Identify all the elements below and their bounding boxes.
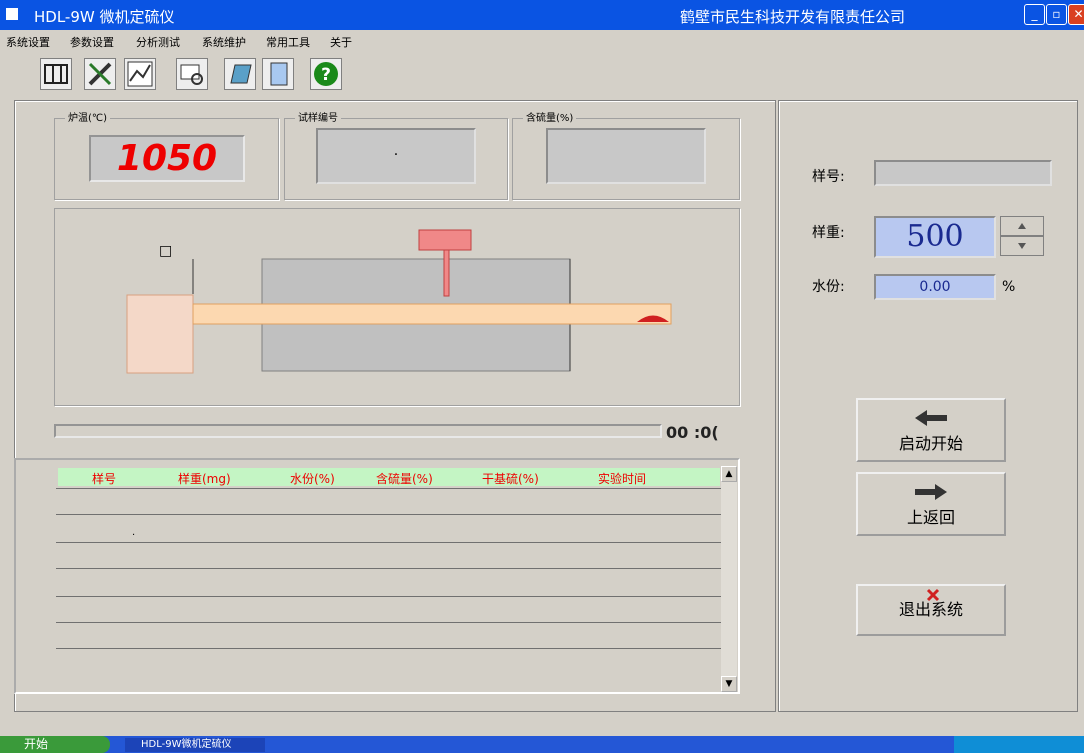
moisture-unit: %: [1002, 279, 1016, 295]
arrow-right-icon: [915, 484, 947, 500]
col-test-time: 实验时间: [598, 472, 647, 486]
tools-icon[interactable]: [84, 58, 116, 90]
furnace-temp-display: 1050: [89, 135, 245, 182]
table-row[interactable]: [56, 488, 722, 489]
table-row[interactable]: [56, 596, 722, 597]
table-row[interactable]: [56, 568, 722, 569]
sample-no-display: ·: [316, 128, 476, 184]
exit-button-label: 退出系统: [898, 600, 963, 619]
weight-label: 样重:: [812, 225, 845, 241]
col-sample-no: 样号: [92, 472, 117, 486]
table-cell: ·: [132, 530, 136, 541]
grid-icon[interactable]: [40, 58, 72, 90]
table-header: 样号 样重(mg) 水份(%) 含硫量(%) 干基硫(%) 实验时间: [58, 468, 720, 486]
progress-time: 00 :0(: [666, 423, 719, 442]
menu-analysis-test[interactable]: 分析测试: [136, 34, 180, 50]
diagram-mark: □: [159, 243, 173, 259]
exit-button[interactable]: 退出系统: [856, 584, 1006, 636]
arrow-left-icon: [915, 410, 947, 426]
menu-bar: 系统设置 参数设置 分析测试 系统维护 常用工具 关于: [0, 30, 1084, 52]
sample-label: 样号:: [812, 169, 845, 185]
document-icon[interactable]: [262, 58, 294, 90]
furnace-temp-label: 炉温(℃): [65, 109, 111, 124]
back-button-label: 上返回: [906, 508, 955, 527]
start-button-label: 启动开始: [898, 434, 963, 453]
start-button[interactable]: 启动开始: [856, 398, 1006, 462]
table-scrollbar[interactable]: [721, 466, 737, 692]
col-dry-sulfur: 干基硫(%): [482, 472, 539, 486]
furnace-diagram: □: [54, 208, 740, 406]
col-weight: 样重(mg): [178, 472, 231, 486]
back-button[interactable]: 上返回: [856, 472, 1006, 536]
weight-spin-up-icon[interactable]: [1000, 216, 1044, 236]
sulfur-content-display: [546, 128, 706, 184]
weight-spin-down-icon[interactable]: [1000, 236, 1044, 256]
menu-parameter-settings[interactable]: 参数设置: [70, 34, 114, 50]
scroll-up-arrow-icon[interactable]: ▲: [721, 466, 737, 482]
system-tray: [954, 736, 1084, 753]
title-bar: HDL-9W 微机定硫仪 鹤壁市民生科技开发有限责任公司 _ ▫ ✕: [0, 0, 1084, 30]
svg-text:?: ?: [321, 65, 331, 85]
restore-button[interactable]: ▫: [1046, 4, 1067, 25]
toolbar: ?: [0, 52, 1084, 96]
search-icon[interactable]: [176, 58, 208, 90]
sample-input[interactable]: [874, 160, 1052, 186]
table-row[interactable]: [56, 648, 722, 649]
help-icon[interactable]: ?: [310, 58, 342, 90]
table-row[interactable]: [56, 542, 722, 543]
chart-icon[interactable]: [124, 58, 156, 90]
sample-no-label: 试样编号: [295, 109, 341, 124]
menu-system-settings[interactable]: 系统设置: [6, 34, 50, 50]
results-table: [14, 458, 740, 694]
moisture-input[interactable]: 0.00: [874, 274, 996, 300]
notebook-icon[interactable]: [224, 58, 256, 90]
window-title: HDL-9W 微机定硫仪: [34, 8, 175, 26]
close-button[interactable]: ✕: [1068, 4, 1084, 25]
status-bar: [0, 720, 1084, 736]
company-name: 鹤壁市民生科技开发有限责任公司: [680, 8, 906, 26]
menu-system-maintenance[interactable]: 系统维护: [202, 34, 246, 50]
moisture-label: 水份:: [812, 279, 845, 295]
col-sulfur: 含硫量(%): [376, 472, 433, 486]
minimize-button[interactable]: _: [1024, 4, 1045, 25]
menu-common-tools[interactable]: 常用工具: [266, 34, 310, 50]
taskbar-app-item[interactable]: HDL-9W微机定硫仪: [125, 738, 265, 752]
taskbar: 开始 HDL-9W微机定硫仪: [0, 736, 1084, 753]
weight-input[interactable]: 500: [874, 216, 996, 258]
app-icon: [6, 8, 18, 20]
start-button-os[interactable]: 开始: [0, 736, 110, 753]
sulfur-content-label: 含硫量(%): [523, 109, 577, 124]
close-red-icon: [926, 588, 940, 602]
progress-bar: [54, 424, 662, 438]
menu-about[interactable]: 关于: [330, 34, 352, 50]
table-row[interactable]: [56, 514, 722, 515]
col-moisture: 水份(%): [290, 472, 335, 486]
table-row[interactable]: [56, 622, 722, 623]
scroll-down-arrow-icon[interactable]: ▼: [721, 676, 737, 692]
